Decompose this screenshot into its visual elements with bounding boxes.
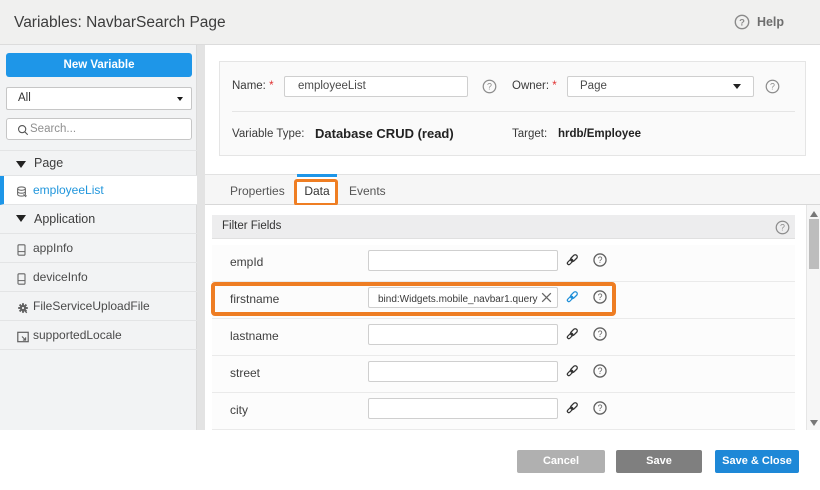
- svg-text:?: ?: [598, 366, 603, 376]
- svg-text:?: ?: [739, 17, 745, 28]
- svg-text:?: ?: [770, 82, 775, 92]
- svg-text:?: ?: [487, 82, 492, 92]
- svg-text:?: ?: [598, 255, 603, 265]
- svg-text:?: ?: [780, 223, 785, 233]
- svg-text:?: ?: [598, 329, 603, 339]
- svg-text:?: ?: [598, 403, 603, 413]
